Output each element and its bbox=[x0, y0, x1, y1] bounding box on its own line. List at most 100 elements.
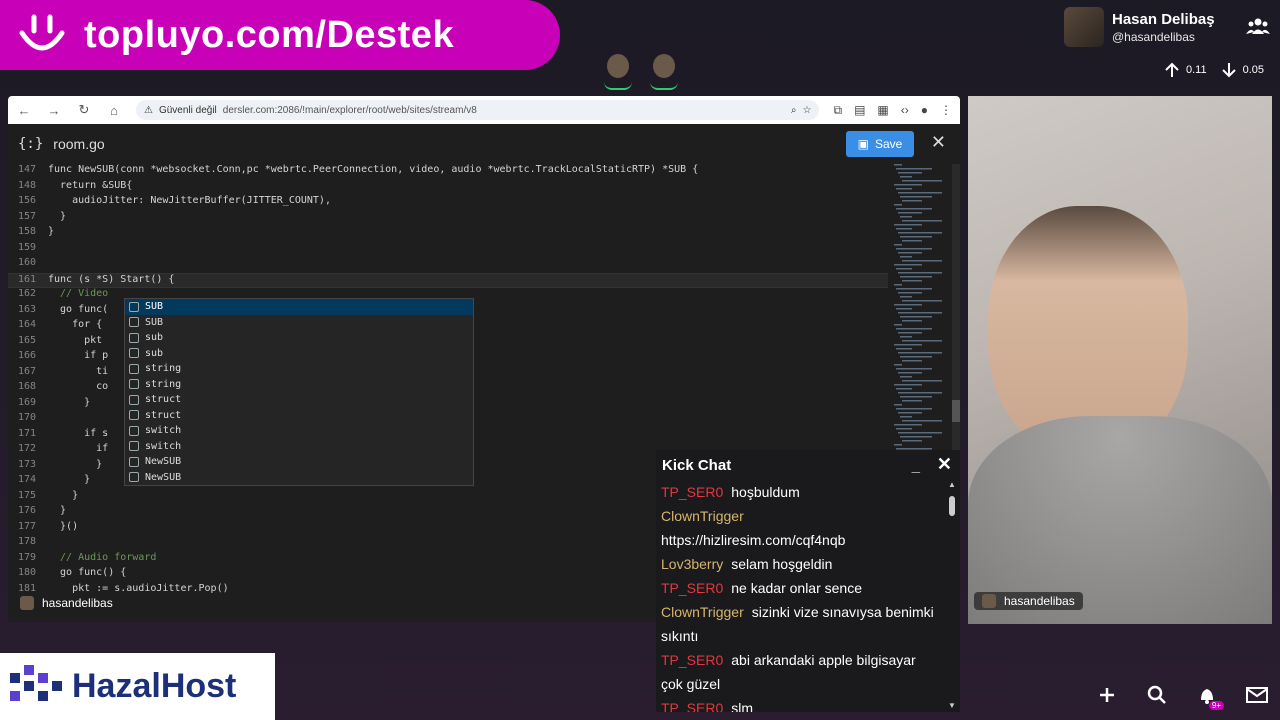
profile-name: Hasan Delibaş bbox=[1112, 10, 1215, 28]
forward-arrow-icon[interactable]: → bbox=[46, 103, 62, 118]
autocomplete-list[interactable]: SUB SUB sub sub string string struct struct swit… bbox=[124, 298, 474, 486]
code-line[interactable]: 159 bbox=[8, 242, 888, 258]
webcam-label: hasandelibas bbox=[974, 592, 1083, 610]
reading-list-icon[interactable]: ▤ bbox=[854, 103, 865, 118]
autocomplete-item[interactable]: struct bbox=[125, 392, 473, 408]
file-name: room.go bbox=[53, 136, 105, 152]
bottom-toolbar: 9+ bbox=[1096, 684, 1268, 710]
home-icon[interactable]: ⌂ bbox=[106, 103, 122, 118]
code-text: } bbox=[48, 505, 67, 516]
chat-scrollbar[interactable]: ▲ ▼ bbox=[948, 480, 956, 710]
sponsor-name: HazalHost bbox=[72, 667, 237, 705]
code-text: if s bbox=[48, 427, 109, 439]
symbol-icon bbox=[129, 317, 139, 328]
chat-username[interactable]: TP_SER0 bbox=[661, 652, 723, 668]
viewer-avatar[interactable] bbox=[602, 54, 634, 90]
autocomplete-item[interactable]: string bbox=[125, 361, 473, 377]
chat-username[interactable]: ClownTrigger bbox=[661, 508, 744, 524]
autocomplete-item[interactable]: SUB bbox=[125, 299, 473, 315]
people-icon[interactable] bbox=[1246, 16, 1270, 36]
account-icon[interactable]: ● bbox=[921, 103, 928, 118]
autocomplete-label: SUB bbox=[145, 301, 164, 313]
avatar[interactable] bbox=[1064, 7, 1104, 47]
code-line[interactable]: 161 func (s *S) Start() { bbox=[8, 272, 888, 288]
autocomplete-item[interactable]: NewSUB bbox=[125, 454, 473, 470]
security-label[interactable]: Güvenli değil bbox=[159, 105, 217, 116]
autocomplete-item[interactable]: sub bbox=[125, 330, 473, 346]
autocomplete-item[interactable]: NewSUB bbox=[125, 470, 473, 486]
autocomplete-item[interactable]: string bbox=[125, 377, 473, 393]
webcam-user: hasandelibas bbox=[1004, 594, 1075, 608]
hazalhost-logo-icon bbox=[10, 664, 62, 701]
line-number: 172 bbox=[17, 443, 36, 454]
line-number: 160 bbox=[17, 257, 36, 268]
editor-header: {:} room.go ▣ Save ✕ bbox=[8, 124, 960, 164]
profile-handle: @hasandelibas bbox=[1112, 29, 1195, 44]
code-text: return &SUB{ bbox=[48, 179, 133, 191]
add-icon[interactable] bbox=[1096, 684, 1118, 706]
line-number: 180 bbox=[17, 567, 36, 578]
autocomplete-item[interactable]: switch bbox=[125, 423, 473, 439]
reload-icon[interactable]: ↻ bbox=[76, 102, 92, 118]
code-text: go func( bbox=[48, 303, 109, 315]
close-icon[interactable]: ✕ bbox=[937, 454, 952, 475]
code-line[interactable]: 160 bbox=[8, 257, 888, 273]
chat-messages: TP_SER0 hoşbuldum ClownTrigger https://hizl… bbox=[656, 480, 946, 712]
chat-message: https://hizliresim.com/cqf4nqb bbox=[661, 528, 941, 552]
code-text: // Audio forward bbox=[48, 551, 157, 563]
notification-badge: 9+ bbox=[1208, 701, 1224, 710]
autocomplete-item[interactable]: switch bbox=[125, 439, 473, 455]
zoom-icon[interactable]: ⌕ bbox=[791, 105, 797, 116]
line-number: 169 bbox=[17, 396, 36, 408]
mail-icon[interactable] bbox=[1246, 684, 1268, 706]
viewer-avatar[interactable] bbox=[648, 54, 680, 90]
chat-username[interactable]: Lov3berry bbox=[661, 556, 723, 572]
screen-share-user: hasandelibas bbox=[42, 596, 113, 610]
chat-username[interactable]: ClownTrigger bbox=[661, 604, 744, 620]
code-text: if p bbox=[48, 350, 109, 361]
symbol-icon bbox=[129, 441, 139, 452]
code-line[interactable]: 147 func NewSUB(conn *websocket.Conn,pc *… bbox=[8, 164, 888, 180]
browser-toolbar: ← → ↻ ⌂ ⚠ Güvenli değil dersler.com:2086… bbox=[8, 96, 960, 124]
search-icon[interactable] bbox=[1146, 684, 1168, 706]
devtools-icon[interactable]: ‹› bbox=[901, 103, 909, 118]
line-number: 177 bbox=[17, 520, 36, 532]
line-number: 164 bbox=[17, 319, 36, 330]
chat-text: selam hoşgeldin bbox=[731, 556, 833, 572]
chat-username[interactable]: TP_SER0 bbox=[661, 700, 723, 712]
address-bar[interactable]: ⚠ Güvenli değil dersler.com:2086/!main/e… bbox=[136, 100, 820, 120]
code-line[interactable]: 156 audioJitter: NewJitterBuffer(JITTER_… bbox=[8, 195, 888, 211]
autocomplete-item[interactable]: sub bbox=[125, 346, 473, 362]
close-icon[interactable]: ✕ bbox=[931, 132, 946, 153]
save-button[interactable]: ▣ Save bbox=[846, 131, 914, 157]
code-text: ti bbox=[48, 365, 109, 377]
extensions-icon[interactable]: ⧉ bbox=[833, 103, 842, 118]
apps-icon[interactable]: ▦ bbox=[877, 103, 888, 118]
code-line[interactable]: 158} bbox=[8, 226, 888, 242]
chat-message: Lov3berry selam hoşgeldin bbox=[661, 552, 941, 576]
code-line[interactable]: 148 return &SUB{ bbox=[8, 180, 888, 196]
menu-icon[interactable]: ⋮ bbox=[940, 103, 952, 118]
code-text: for { bbox=[48, 319, 103, 330]
chat-username[interactable]: TP_SER0 bbox=[661, 484, 723, 500]
autocomplete-item[interactable]: SUB bbox=[125, 315, 473, 331]
chat-username[interactable]: TP_SER0 bbox=[661, 580, 723, 596]
line-number: 161 bbox=[17, 273, 36, 285]
autocomplete-label: string bbox=[145, 378, 182, 390]
star-icon[interactable]: ☆ bbox=[803, 105, 812, 116]
warning-icon: ⚠ bbox=[144, 104, 153, 116]
symbol-icon bbox=[129, 332, 139, 343]
code-line[interactable]: 157 } bbox=[8, 211, 888, 227]
user-profile[interactable]: Hasan Delibaş @hasandelibas bbox=[1064, 4, 1280, 50]
line-number: 176 bbox=[17, 505, 36, 516]
url-text[interactable]: dersler.com:2086/!main/explorer/root/web… bbox=[223, 105, 477, 116]
line-number: 163 bbox=[17, 303, 36, 315]
chat-text: ne kadar onlar sence bbox=[731, 580, 863, 596]
bell-icon[interactable]: 9+ bbox=[1196, 684, 1224, 710]
back-arrow-icon[interactable]: ← bbox=[16, 103, 32, 118]
autocomplete-item[interactable]: struct bbox=[125, 408, 473, 424]
minimize-icon[interactable]: _ bbox=[912, 458, 920, 475]
symbol-icon bbox=[129, 363, 139, 374]
download-rate: 0.05 bbox=[1242, 64, 1265, 76]
line-number: 165 bbox=[17, 334, 36, 346]
